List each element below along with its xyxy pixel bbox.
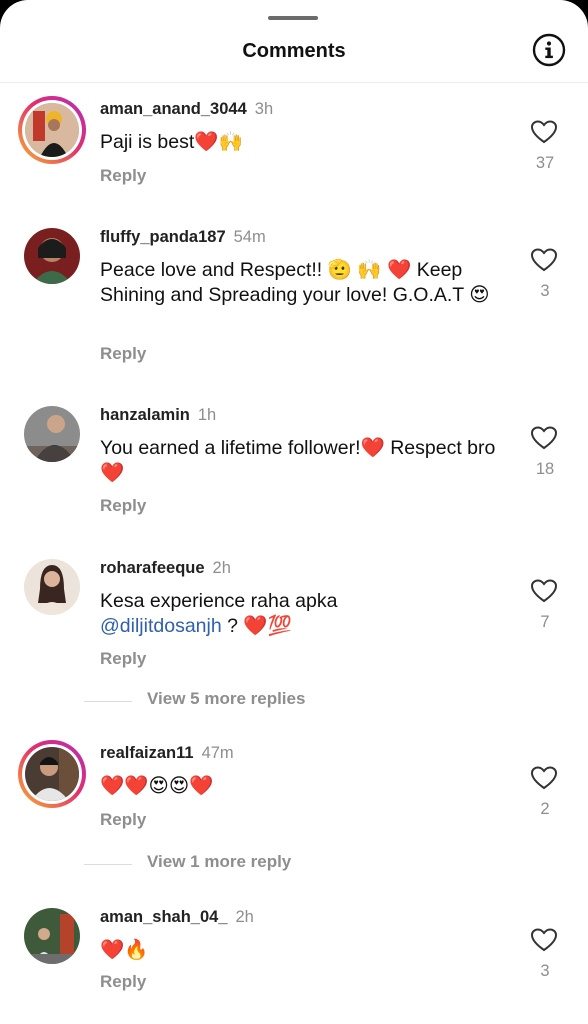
- replies-divider: [84, 701, 132, 702]
- heart-icon[interactable]: [531, 928, 557, 952]
- avatar-photo: [25, 747, 79, 801]
- info-icon[interactable]: [532, 33, 566, 67]
- avatar[interactable]: [24, 908, 80, 964]
- comment-text: You earned a lifetime follower!❤️ Respec…: [100, 437, 496, 484]
- reply-button[interactable]: Reply: [100, 166, 146, 186]
- heart-icon[interactable]: [531, 248, 557, 272]
- view-more-replies-label[interactable]: View 5 more replies: [147, 689, 305, 709]
- like-count: 7: [540, 613, 550, 631]
- view-more-replies-label[interactable]: View 1 more reply: [147, 852, 291, 872]
- heart-icon[interactable]: [531, 426, 557, 450]
- like-count: 3: [540, 962, 550, 980]
- comment-time: 47m: [201, 744, 234, 762]
- avatar[interactable]: [24, 559, 80, 615]
- comment-username[interactable]: fluffy_panda187: [100, 228, 226, 246]
- reply-button[interactable]: Reply: [100, 344, 146, 364]
- comment-username[interactable]: roharafeeque: [100, 559, 205, 577]
- avatar[interactable]: [18, 740, 86, 808]
- comment-text-part: ? ❤️💯: [221, 615, 292, 637]
- drag-handle[interactable]: [268, 16, 318, 20]
- avatar[interactable]: [24, 406, 80, 462]
- reply-button[interactable]: Reply: [100, 649, 146, 669]
- avatar-photo: [24, 559, 80, 615]
- avatar-photo: [24, 908, 80, 964]
- comment-text: ❤️❤️😍😍❤️: [100, 775, 214, 797]
- comment-time: 2h: [235, 908, 254, 926]
- like-count: 37: [535, 154, 555, 172]
- heart-icon[interactable]: [531, 579, 557, 603]
- comment-username[interactable]: aman_shah_04_: [100, 908, 228, 926]
- header-divider: [0, 82, 588, 83]
- like-count: 18: [535, 460, 555, 478]
- comment-text: ❤️🔥: [100, 939, 149, 961]
- like-count: 2: [540, 800, 550, 818]
- replies-divider: [84, 864, 132, 865]
- comment-text-part: Kesa experience raha apka: [100, 590, 338, 612]
- avatar[interactable]: [18, 96, 86, 164]
- avatar-photo: [24, 228, 80, 284]
- heart-icon[interactable]: [531, 120, 557, 144]
- avatar-photo: [24, 406, 80, 462]
- avatar-photo: [25, 103, 79, 157]
- comment-username[interactable]: hanzalamin: [100, 406, 190, 424]
- heart-icon[interactable]: [531, 766, 557, 790]
- avatar[interactable]: [24, 228, 80, 284]
- comment-text: Kesa experience raha apka @diljitdosanjh …: [100, 589, 510, 639]
- mention-link[interactable]: @diljitdosanjh: [100, 615, 222, 637]
- reply-button[interactable]: Reply: [100, 810, 146, 830]
- comment-time: 2h: [212, 559, 231, 577]
- reply-button[interactable]: Reply: [100, 496, 146, 516]
- comment-username[interactable]: aman_anand_3044: [100, 100, 247, 118]
- comment-username[interactable]: realfaizan11: [100, 744, 194, 762]
- comment-time: 3h: [254, 100, 274, 118]
- comment-time: 1h: [197, 406, 217, 424]
- reply-button[interactable]: Reply: [100, 972, 146, 992]
- comment-text: Peace love and Respect!! 🫡 🙌 ❤️ Keep Shi…: [100, 259, 490, 306]
- like-count: 3: [540, 282, 550, 300]
- comment-time: 54m: [233, 228, 266, 246]
- comments-sheet: Comments aman_anand_3044 3h Paji is best…: [0, 0, 588, 1024]
- comment-text: Paji is best❤️🙌: [100, 131, 243, 153]
- page-title: Comments: [242, 40, 346, 62]
